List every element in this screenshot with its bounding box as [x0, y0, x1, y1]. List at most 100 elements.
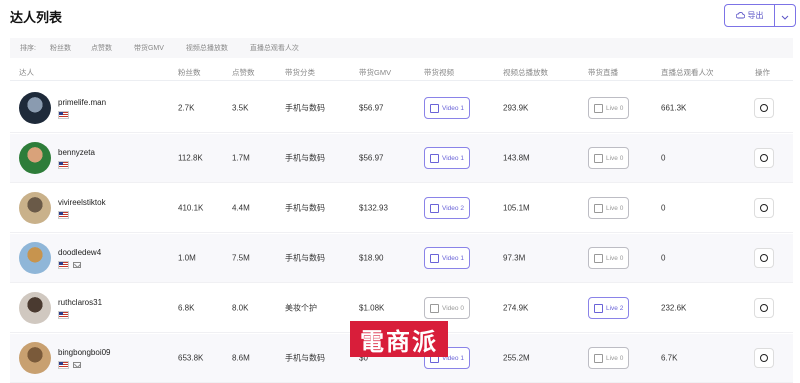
- us-flag-icon: [58, 311, 69, 319]
- us-flag-icon: [58, 261, 69, 269]
- category-value: 美妆个护: [285, 303, 317, 313]
- creator-name[interactable]: vivireelstiktok: [58, 198, 106, 207]
- video-icon: [430, 103, 439, 113]
- creator-badges: [58, 361, 81, 369]
- export-button[interactable]: 导出: [725, 5, 775, 26]
- view-details-button[interactable]: [754, 248, 774, 268]
- creator-name[interactable]: ruthclaros31: [58, 298, 102, 307]
- avatar[interactable]: [19, 242, 51, 274]
- sort-option-likes[interactable]: 点赞数: [91, 43, 112, 53]
- video-count: Video 2: [442, 204, 464, 212]
- sort-option-video-views[interactable]: 视频总播放数: [186, 43, 228, 53]
- sort-bar: 排序: 粉丝数 点赞数 带货GMV 视频总播放数 直播总观看人次: [10, 38, 793, 58]
- video-count: Video 0: [442, 304, 464, 312]
- followers-value: 2.7K: [178, 103, 195, 113]
- category-value: 手机与数码: [285, 203, 325, 213]
- followers-value: 1.0M: [178, 253, 196, 263]
- video-views-value: 143.8M: [503, 153, 530, 163]
- avatar[interactable]: [19, 142, 51, 174]
- video-button[interactable]: Video 2: [424, 197, 470, 219]
- cloud-icon: [735, 11, 745, 21]
- export-label: 导出: [747, 11, 764, 20]
- creator-name[interactable]: doodledew4: [58, 248, 101, 257]
- gmv-value: $18.90: [359, 253, 384, 263]
- live-icon: [594, 103, 603, 113]
- creator-name[interactable]: bingbongboi09: [58, 348, 111, 357]
- search-icon: [760, 104, 768, 112]
- live-viewers-value: 232.6K: [661, 303, 687, 313]
- live-count: Live 0: [606, 104, 624, 112]
- video-icon: [430, 153, 439, 163]
- live-button[interactable]: Live 0: [588, 147, 630, 169]
- video-count: Video 1: [442, 254, 464, 262]
- table-row: primelife.man 2.7K 3.5K 手机与数码 $56.97 Vid…: [10, 84, 793, 133]
- creator-badges: [58, 311, 69, 319]
- table-row: bennyzeta 112.8K 1.7M 手机与数码 $56.97 Video…: [10, 134, 793, 183]
- live-count: Live 2: [606, 304, 624, 312]
- avatar[interactable]: [19, 292, 51, 324]
- view-details-button[interactable]: [754, 348, 774, 368]
- view-details-button[interactable]: [754, 148, 774, 168]
- col-video-views: 视频总播放数: [503, 68, 548, 77]
- live-viewers-value: 0: [661, 203, 666, 213]
- likes-value: 8.0K: [232, 303, 249, 313]
- video-button[interactable]: Video 0: [424, 297, 470, 319]
- avatar[interactable]: [19, 92, 51, 124]
- video-button[interactable]: Video 1: [424, 97, 470, 119]
- search-icon: [760, 154, 768, 162]
- live-count: Live 0: [606, 154, 624, 162]
- col-lives: 带货直播: [588, 68, 618, 77]
- live-viewers-value: 0: [661, 153, 666, 163]
- table-header: 达人 粉丝数 点赞数 带货分类 带货GMV 带货视频 视频总播放数 带货直播 直…: [10, 62, 793, 81]
- search-icon: [760, 304, 768, 312]
- avatar[interactable]: [19, 192, 51, 224]
- video-views-value: 97.3M: [503, 253, 526, 263]
- video-button[interactable]: Video 1: [424, 147, 470, 169]
- video-icon: [430, 253, 439, 263]
- watermark-text: 電商派: [360, 326, 438, 356]
- creator-name[interactable]: primelife.man: [58, 98, 106, 107]
- view-details-button[interactable]: [754, 198, 774, 218]
- live-icon: [594, 203, 603, 213]
- us-flag-icon: [58, 361, 69, 369]
- creator-badges: [58, 111, 69, 119]
- gmv-value: $132.93: [359, 203, 388, 213]
- col-creator: 达人: [19, 68, 34, 77]
- sort-option-live-viewers[interactable]: 直播总观看人次: [250, 43, 299, 53]
- gmv-value: $56.97: [359, 153, 384, 163]
- sort-option-gmv[interactable]: 带货GMV: [134, 43, 164, 53]
- live-button[interactable]: Live 2: [588, 297, 630, 319]
- video-views-value: 105.1M: [503, 203, 530, 213]
- live-button[interactable]: Live 0: [588, 197, 630, 219]
- creator-name[interactable]: bennyzeta: [58, 148, 95, 157]
- sort-option-followers[interactable]: 粉丝数: [50, 43, 71, 53]
- table-row: doodledew4 1.0M 7.5M 手机与数码 $18.90 Video …: [10, 234, 793, 283]
- col-category: 带货分类: [285, 68, 315, 77]
- chevron-down-icon: [781, 7, 789, 25]
- followers-value: 6.8K: [178, 303, 195, 313]
- category-value: 手机与数码: [285, 153, 325, 163]
- col-gmv: 带货GMV: [359, 68, 392, 77]
- likes-value: 3.5K: [232, 103, 249, 113]
- avatar[interactable]: [19, 342, 51, 374]
- live-button[interactable]: Live 0: [588, 97, 630, 119]
- view-details-button[interactable]: [754, 98, 774, 118]
- watermark-logo: 電商派: [350, 321, 448, 357]
- creator-badges: [58, 211, 69, 219]
- live-button[interactable]: Live 0: [588, 347, 630, 369]
- col-actions: 操作: [755, 68, 770, 77]
- us-flag-icon: [58, 111, 69, 119]
- video-views-value: 255.2M: [503, 353, 530, 363]
- live-icon: [594, 253, 603, 263]
- page-title: 达人列表: [10, 10, 63, 25]
- view-details-button[interactable]: [754, 298, 774, 318]
- col-videos: 带货视频: [424, 68, 454, 77]
- video-button[interactable]: Video 1: [424, 247, 470, 269]
- export-dropdown-button[interactable]: [775, 5, 795, 26]
- live-count: Live 0: [606, 354, 624, 362]
- live-viewers-value: 6.7K: [661, 353, 678, 363]
- live-button[interactable]: Live 0: [588, 247, 630, 269]
- live-count: Live 0: [606, 254, 624, 262]
- category-value: 手机与数码: [285, 103, 325, 113]
- live-icon: [594, 353, 603, 363]
